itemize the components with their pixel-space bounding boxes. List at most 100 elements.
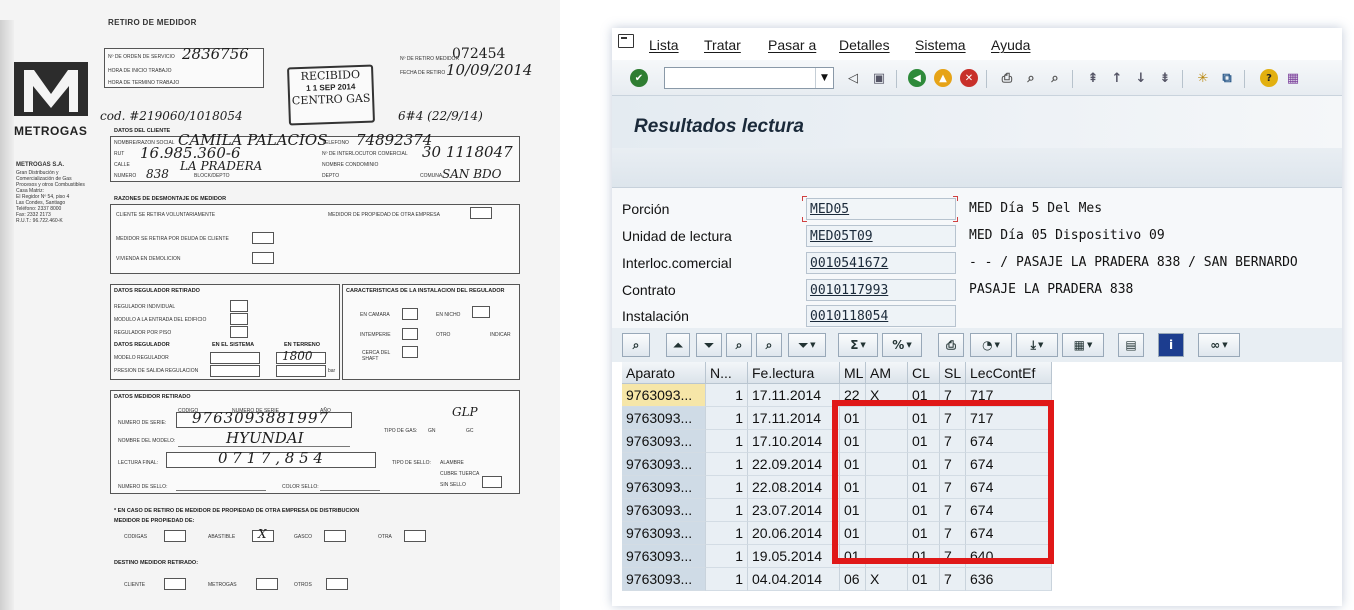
cell-aparato[interactable]: 9763093... — [622, 430, 706, 453]
cell-cl[interactable]: 01 — [908, 568, 940, 591]
cell-leccontef[interactable]: 674 — [966, 522, 1052, 545]
export-button[interactable]: ⤓ ▼ — [1016, 333, 1058, 357]
col-sl[interactable]: SL — [940, 362, 966, 384]
cell-aparato[interactable]: 9763093... — [622, 407, 706, 430]
cell-leccontef[interactable]: 674 — [966, 476, 1052, 499]
menu-detalles[interactable]: Detalles — [839, 37, 890, 53]
cell-fe-lectura[interactable]: 20.06.2014 — [748, 522, 840, 545]
cell-cl[interactable]: 01 — [908, 499, 940, 522]
cell-cl[interactable]: 01 — [908, 545, 940, 568]
back-icon[interactable]: ◀ — [908, 69, 926, 87]
cell-leccontef[interactable]: 674 — [966, 430, 1052, 453]
cell-leccontef[interactable]: 674 — [966, 499, 1052, 522]
info-button[interactable]: i — [1158, 333, 1184, 357]
table-row[interactable]: 9763093... 1 22.08.2014 01 01 7 674 — [622, 476, 1052, 499]
cell-cl[interactable]: 01 — [908, 407, 940, 430]
subtotal-button[interactable]: % ▼ — [882, 333, 922, 357]
cell-ml[interactable]: 01 — [840, 522, 866, 545]
cell-ml[interactable]: 06 — [840, 568, 866, 591]
select-layout-button[interactable]: ▤ — [1118, 333, 1144, 357]
cell-n[interactable]: 1 — [706, 568, 748, 591]
chevron-down-icon[interactable]: ▼ — [815, 68, 833, 88]
cell-aparato[interactable]: 9763093... — [622, 384, 706, 407]
print-preview-button[interactable]: ⎙ — [938, 333, 964, 357]
last-page-icon[interactable]: ⇟ — [1156, 69, 1174, 87]
find-button[interactable]: ⌕ — [726, 333, 752, 357]
cell-aparato[interactable]: 9763093... — [622, 476, 706, 499]
layout-icon[interactable]: ▦ — [1284, 69, 1302, 87]
next-page-icon[interactable]: ↓ — [1132, 69, 1150, 87]
help-icon[interactable]: ? — [1260, 69, 1278, 87]
cell-am[interactable]: X — [866, 568, 908, 591]
porcion-field[interactable]: MED05 — [806, 198, 956, 220]
cell-fe-lectura[interactable]: 22.08.2014 — [748, 476, 840, 499]
cell-cl[interactable]: 01 — [908, 476, 940, 499]
col-fe-lectura[interactable]: Fe.lectura — [748, 362, 840, 384]
cell-aparato[interactable]: 9763093... — [622, 568, 706, 591]
layout-button[interactable]: ▦ ▼ — [1062, 333, 1104, 357]
views-button[interactable]: ◔ ▼ — [970, 333, 1012, 357]
cancel-icon[interactable]: ✕ — [960, 69, 978, 87]
menu-pasar-a[interactable]: Pasar a — [768, 37, 816, 53]
find-icon[interactable]: ⌕ — [1022, 69, 1040, 87]
menu-tratar[interactable]: Tratar — [704, 37, 741, 53]
cell-sl[interactable]: 7 — [940, 476, 966, 499]
menu-lista[interactable]: Lista — [649, 37, 679, 53]
table-row[interactable]: 9763093... 1 17.10.2014 01 01 7 674 — [622, 430, 1052, 453]
cell-am[interactable] — [866, 545, 908, 568]
sort-asc-button[interactable]: ⏶ — [666, 333, 690, 357]
cell-cl[interactable]: 01 — [908, 430, 940, 453]
contrato-field[interactable]: 0010117993 — [806, 279, 956, 301]
table-row[interactable]: 9763093... 1 04.04.2014 06 X 01 7 636 — [622, 568, 1052, 591]
table-row[interactable]: 9763093... 1 19.05.2014 01 01 7 640 — [622, 545, 1052, 568]
find-next-button[interactable]: ⌕ — [756, 333, 782, 357]
cell-sl[interactable]: 7 — [940, 407, 966, 430]
table-row[interactable]: 9763093... 1 20.06.2014 01 01 7 674 — [622, 522, 1052, 545]
cell-am[interactable] — [866, 499, 908, 522]
cell-sl[interactable]: 7 — [940, 568, 966, 591]
cell-sl[interactable]: 7 — [940, 522, 966, 545]
cell-leccontef[interactable]: 674 — [966, 453, 1052, 476]
col-ml[interactable]: ML — [840, 362, 866, 384]
app-menu-icon[interactable] — [618, 34, 634, 48]
cell-fe-lectura[interactable]: 04.04.2014 — [748, 568, 840, 591]
cell-sl[interactable]: 7 — [940, 545, 966, 568]
cell-n[interactable]: 1 — [706, 430, 748, 453]
cell-leccontef[interactable]: 640 — [966, 545, 1052, 568]
cell-fe-lectura[interactable]: 23.07.2014 — [748, 499, 840, 522]
cell-ml[interactable]: 01 — [840, 476, 866, 499]
table-row[interactable]: 9763093... 1 17.11.2014 01 01 7 717 — [622, 407, 1052, 430]
col-cl[interactable]: CL — [908, 362, 940, 384]
interloc-field[interactable]: 0010541672 — [806, 252, 956, 274]
unidad-lectura-field[interactable]: MED05T09 — [806, 225, 956, 247]
col-aparato[interactable]: Aparato — [622, 362, 706, 384]
details-button[interactable]: ⌕ — [622, 333, 650, 357]
print-icon[interactable]: ⎙ — [998, 69, 1016, 87]
cell-aparato[interactable]: 9763093... — [622, 499, 706, 522]
back-arrow-icon[interactable]: ◁ — [844, 69, 862, 87]
cell-aparato[interactable]: 9763093... — [622, 545, 706, 568]
cell-am[interactable] — [866, 430, 908, 453]
cell-ml[interactable]: 01 — [840, 499, 866, 522]
cell-ml[interactable]: 01 — [840, 545, 866, 568]
command-field[interactable]: ▼ — [664, 67, 834, 89]
cell-leccontef[interactable]: 717 — [966, 384, 1052, 407]
cell-am[interactable]: X — [866, 384, 908, 407]
table-row[interactable]: 9763093... 1 23.07.2014 01 01 7 674 — [622, 499, 1052, 522]
cell-am[interactable] — [866, 407, 908, 430]
col-n[interactable]: N... — [706, 362, 748, 384]
cell-aparato[interactable]: 9763093... — [622, 522, 706, 545]
cell-fe-lectura[interactable]: 17.11.2014 — [748, 384, 840, 407]
sum-button[interactable]: Σ ▼ — [838, 333, 878, 357]
cell-n[interactable]: 1 — [706, 522, 748, 545]
instalacion-field[interactable]: 0010118054 — [806, 305, 956, 327]
cell-fe-lectura[interactable]: 17.10.2014 — [748, 430, 840, 453]
cell-fe-lectura[interactable]: 22.09.2014 — [748, 453, 840, 476]
cell-aparato[interactable]: 9763093... — [622, 453, 706, 476]
exit-icon[interactable]: ▲ — [934, 69, 952, 87]
cell-n[interactable]: 1 — [706, 476, 748, 499]
cell-leccontef[interactable]: 717 — [966, 407, 1052, 430]
cell-fe-lectura[interactable]: 19.05.2014 — [748, 545, 840, 568]
cell-sl[interactable]: 7 — [940, 499, 966, 522]
cell-am[interactable] — [866, 476, 908, 499]
